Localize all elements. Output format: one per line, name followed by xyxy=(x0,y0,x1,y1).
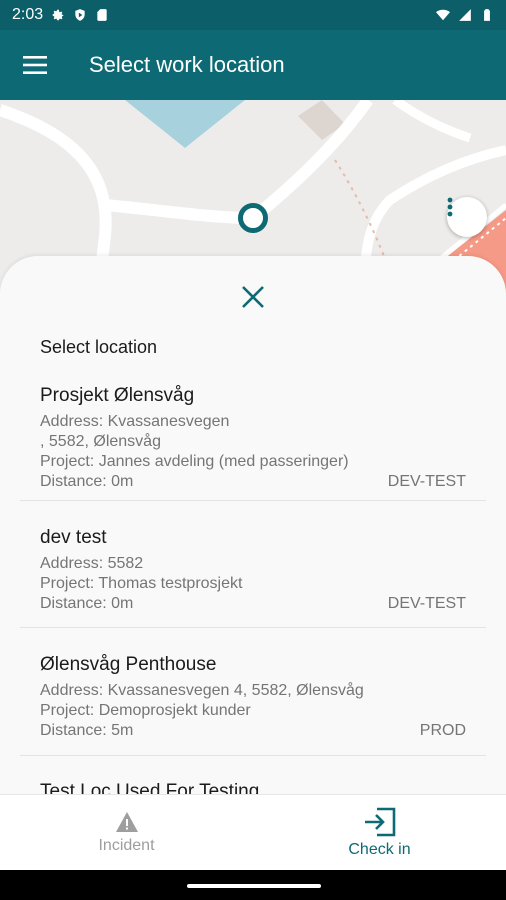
location-name: Test Loc Used For Testing xyxy=(40,781,260,794)
location-name: Prosjekt Ølensvåg xyxy=(40,385,195,406)
gear-icon xyxy=(52,9,64,21)
location-project: Project: Thomas testprosjekt xyxy=(40,575,243,592)
status-right xyxy=(436,8,494,22)
location-marker[interactable] xyxy=(238,203,268,233)
location-address-cont: , 5582, Ølensvåg xyxy=(40,433,161,450)
status-bar: 2:03 xyxy=(0,0,506,30)
nav-incident-label: Incident xyxy=(98,837,155,854)
location-env-badge: DEV-TEST xyxy=(387,595,466,612)
map-more-button[interactable] xyxy=(447,197,487,237)
location-marker-icon xyxy=(238,203,268,233)
divider xyxy=(20,755,486,756)
location-address: Address: Kvassanesvegen 4, 5582, Ølensvå… xyxy=(40,682,364,699)
status-left: 2:03 xyxy=(12,6,109,24)
more-vertical-icon xyxy=(447,197,453,217)
divider xyxy=(20,500,486,501)
location-project: Project: Demoprosjekt kunder xyxy=(40,702,251,719)
location-item[interactable]: Prosjekt Ølensvåg Address: Kvassanesvege… xyxy=(20,384,486,492)
gesture-bar xyxy=(0,870,506,900)
close-icon xyxy=(242,286,264,308)
battery-icon xyxy=(484,9,490,21)
menu-icon xyxy=(23,56,47,74)
menu-button[interactable] xyxy=(0,30,70,100)
location-project: Project: Jannes avdeling (med passeringe… xyxy=(40,453,349,470)
location-env-badge: DEV-TEST xyxy=(387,473,466,490)
location-name: dev test xyxy=(40,527,107,548)
bottom-nav: Incident Check in xyxy=(0,794,506,871)
warning-icon xyxy=(115,812,138,832)
location-distance: Distance: 5m xyxy=(40,722,134,739)
location-item[interactable]: Test Loc Used For Testing xyxy=(20,780,486,794)
sd-card-icon xyxy=(97,9,107,21)
location-item[interactable]: dev test Address: 5582 Project: Thomas t… xyxy=(20,526,486,614)
location-name: Ølensvåg Penthouse xyxy=(40,654,217,675)
location-distance: Distance: 0m xyxy=(40,595,134,612)
nav-checkin-label: Check in xyxy=(348,841,411,858)
location-env-badge: PROD xyxy=(419,722,466,739)
location-address: Address: 5582 xyxy=(40,555,144,572)
home-indicator[interactable] xyxy=(187,884,321,888)
login-icon xyxy=(364,807,395,837)
sheet-title: Select location xyxy=(40,337,158,357)
nav-checkin[interactable]: Check in xyxy=(253,795,506,871)
location-item[interactable]: Ølensvåg Penthouse Address: Kvassanesveg… xyxy=(20,653,486,741)
close-button[interactable] xyxy=(234,278,272,316)
status-time: 2:03 xyxy=(12,6,44,23)
nav-incident[interactable]: Incident xyxy=(0,795,253,871)
location-sheet: Select location Prosjekt Ølensvåg Addres… xyxy=(0,256,506,794)
location-address: Address: Kvassanesvegen xyxy=(40,413,230,430)
signal-icon xyxy=(459,9,471,21)
shield-play-icon xyxy=(75,9,85,21)
divider xyxy=(20,627,486,628)
location-distance: Distance: 0m xyxy=(40,473,134,490)
wifi-icon xyxy=(436,9,450,21)
app-bar: Select work location xyxy=(0,30,506,100)
page-title: Select work location xyxy=(89,52,285,77)
